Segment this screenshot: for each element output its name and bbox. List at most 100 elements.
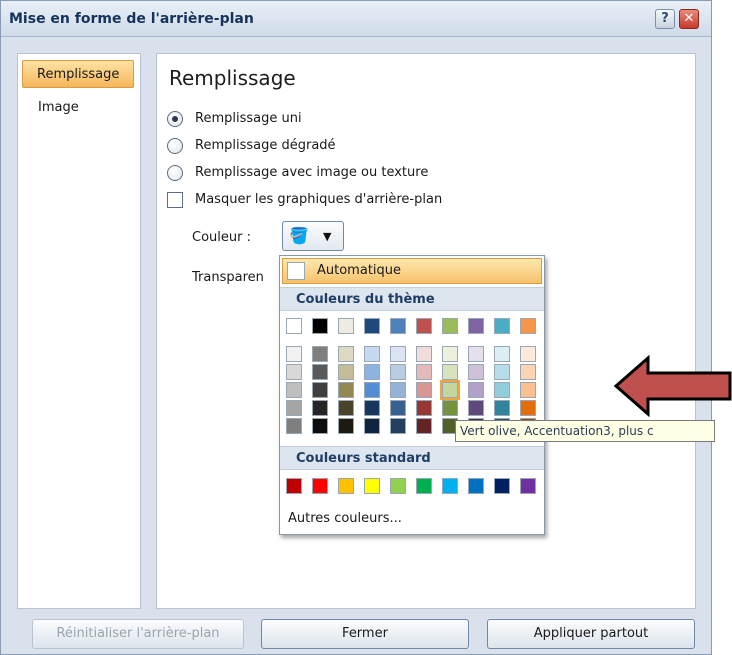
help-button[interactable]: ? — [655, 9, 675, 29]
theme-tint-swatch[interactable] — [442, 346, 458, 362]
theme-tint-swatch[interactable] — [416, 418, 432, 434]
theme-tint-swatch[interactable] — [520, 346, 536, 362]
theme-colors-heading: Couleurs du thème — [280, 287, 544, 311]
reset-background-button[interactable]: Réinitialiser l'arrière-plan — [32, 619, 244, 649]
theme-color-swatch[interactable] — [416, 318, 432, 334]
radio-indicator[interactable] — [167, 165, 183, 181]
radio-label: Remplissage dégradé — [195, 138, 336, 153]
theme-tint-swatch[interactable] — [442, 364, 458, 380]
category-sidebar: Remplissage Image — [17, 53, 141, 609]
dialog-title: Mise en forme de l'arrière-plan — [9, 11, 254, 27]
theme-tint-swatch[interactable] — [364, 418, 380, 434]
radio-label: Remplissage avec image ou texture — [195, 165, 429, 180]
theme-tint-swatch[interactable] — [364, 346, 380, 362]
help-icon: ? — [661, 11, 669, 26]
swatch-tooltip: Vert olive, Accentuation3, plus c — [455, 420, 715, 442]
transparency-label: Transparen — [192, 270, 264, 285]
theme-tint-swatch[interactable] — [520, 364, 536, 380]
theme-tint-swatch[interactable] — [416, 364, 432, 380]
theme-tint-swatch[interactable] — [494, 364, 510, 380]
theme-tint-swatch[interactable] — [312, 418, 328, 434]
standard-color-swatch[interactable] — [520, 478, 536, 494]
paint-bucket-icon: 🪣 — [289, 226, 309, 245]
theme-tint-swatch[interactable] — [312, 400, 328, 416]
close-button[interactable]: Fermer — [261, 619, 469, 649]
standard-color-swatch[interactable] — [416, 478, 432, 494]
theme-tint-swatch[interactable] — [390, 364, 406, 380]
sidebar-item-image[interactable]: Image — [22, 94, 134, 122]
theme-color-swatch[interactable] — [364, 318, 380, 334]
checkbox-label: Masquer les graphiques d'arrière-plan — [195, 192, 443, 207]
theme-tint-swatch[interactable] — [442, 400, 458, 416]
theme-color-swatch[interactable] — [442, 318, 458, 334]
theme-tint-swatch[interactable] — [468, 382, 484, 398]
theme-tint-swatch[interactable] — [390, 418, 406, 434]
title-bar[interactable]: Mise en forme de l'arrière-plan ? ✕ — [1, 1, 711, 37]
theme-color-swatch[interactable] — [286, 318, 302, 334]
standard-colors-heading: Couleurs standard — [280, 446, 544, 470]
standard-color-swatch[interactable] — [312, 478, 328, 494]
automatic-swatch — [287, 262, 305, 280]
theme-tint-swatch[interactable] — [338, 382, 354, 398]
theme-tint-swatch[interactable] — [468, 364, 484, 380]
theme-tint-swatch[interactable] — [494, 346, 510, 362]
theme-tint-swatch[interactable] — [286, 364, 302, 380]
more-colors-link[interactable]: Autres couleurs... — [288, 511, 402, 526]
theme-color-swatch[interactable] — [338, 318, 354, 334]
theme-tint-swatch[interactable] — [390, 346, 406, 362]
theme-tint-swatch[interactable] — [286, 382, 302, 398]
theme-tint-swatch[interactable] — [416, 382, 432, 398]
radio-label: Remplissage uni — [195, 111, 302, 126]
radio-indicator[interactable] — [167, 138, 183, 154]
theme-tint-swatch[interactable] — [312, 364, 328, 380]
theme-tint-swatch[interactable] — [520, 382, 536, 398]
theme-tint-swatch[interactable] — [390, 382, 406, 398]
apply-to-all-button[interactable]: Appliquer partout — [487, 619, 695, 649]
theme-tint-swatch[interactable] — [338, 400, 354, 416]
theme-tint-swatch[interactable] — [468, 400, 484, 416]
sidebar-item-label: Image — [38, 100, 79, 115]
theme-tint-swatch[interactable] — [494, 400, 510, 416]
color-label: Couleur : — [192, 230, 251, 245]
standard-color-swatch[interactable] — [468, 478, 484, 494]
theme-tint-swatch[interactable] — [286, 400, 302, 416]
close-icon: ✕ — [683, 11, 695, 26]
theme-tint-swatch[interactable] — [338, 364, 354, 380]
theme-tint-swatch[interactable] — [364, 364, 380, 380]
theme-tint-swatch[interactable] — [286, 346, 302, 362]
theme-tint-swatch[interactable] — [338, 346, 354, 362]
section-title: Remplissage — [169, 66, 296, 90]
theme-tint-swatch[interactable] — [312, 382, 328, 398]
color-dropdown-button[interactable]: 🪣 ▼ — [282, 221, 344, 251]
theme-color-swatch[interactable] — [520, 318, 536, 334]
sidebar-item-remplissage[interactable]: Remplissage — [22, 60, 134, 88]
automatic-color-option[interactable]: Automatique — [282, 258, 542, 284]
theme-tint-swatch[interactable] — [468, 346, 484, 362]
theme-tint-swatch[interactable] — [364, 400, 380, 416]
theme-tint-swatch[interactable] — [520, 400, 536, 416]
theme-tint-swatch[interactable] — [416, 400, 432, 416]
theme-color-swatch[interactable] — [390, 318, 406, 334]
standard-color-swatch[interactable] — [494, 478, 510, 494]
color-picker-popup: Automatique Couleurs du thème Couleurs s… — [279, 255, 545, 535]
theme-color-swatch[interactable] — [312, 318, 328, 334]
theme-tint-swatch[interactable] — [390, 400, 406, 416]
radio-indicator[interactable] — [167, 111, 183, 127]
theme-tint-swatch[interactable] — [416, 346, 432, 362]
theme-tint-swatch[interactable] — [312, 346, 328, 362]
theme-tint-swatch[interactable] — [364, 382, 380, 398]
standard-color-swatch[interactable] — [442, 478, 458, 494]
theme-color-swatch[interactable] — [494, 318, 510, 334]
standard-color-swatch[interactable] — [390, 478, 406, 494]
close-window-button[interactable]: ✕ — [679, 9, 699, 29]
theme-color-swatch[interactable] — [468, 318, 484, 334]
theme-tint-swatch[interactable] — [494, 382, 510, 398]
automatic-label: Automatique — [317, 263, 402, 278]
standard-color-swatch[interactable] — [364, 478, 380, 494]
standard-color-swatch[interactable] — [286, 478, 302, 494]
standard-color-swatch[interactable] — [338, 478, 354, 494]
theme-tint-swatch[interactable] — [286, 418, 302, 434]
theme-tint-swatch[interactable] — [338, 418, 354, 434]
checkbox-indicator[interactable] — [167, 192, 183, 208]
theme-tint-swatch[interactable] — [440, 380, 460, 400]
